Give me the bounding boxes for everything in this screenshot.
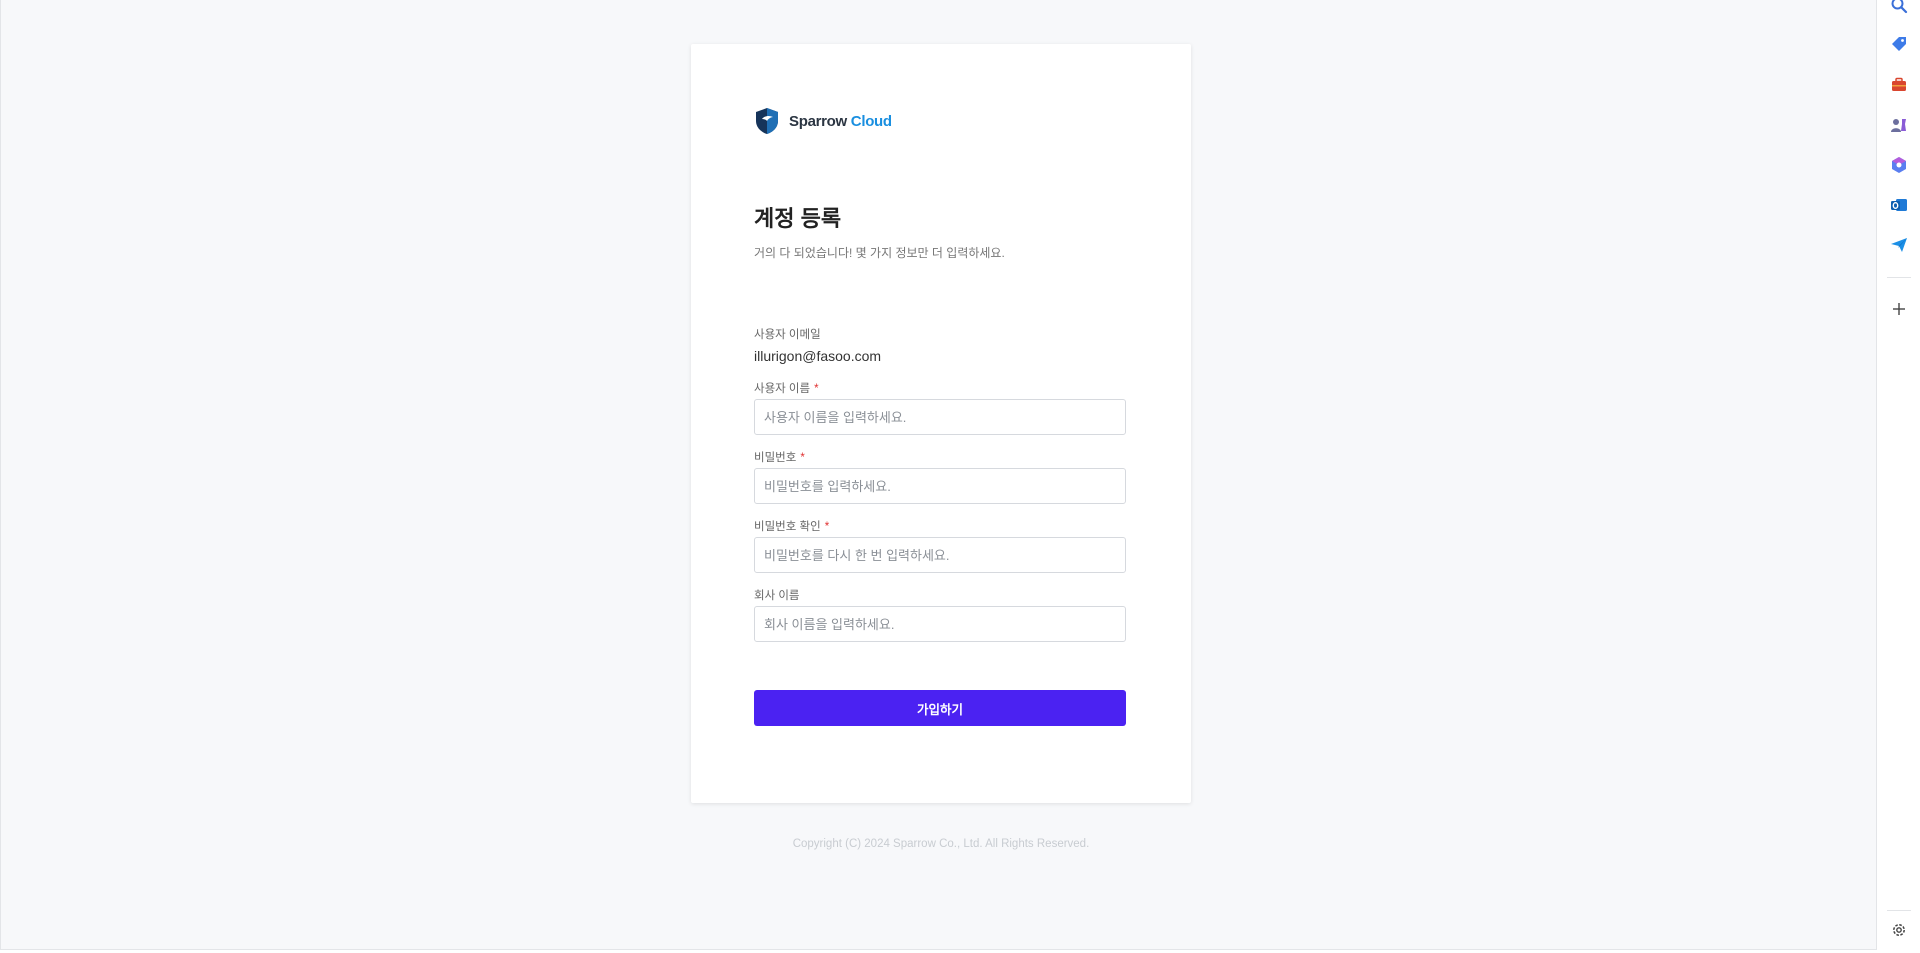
username-input[interactable]	[754, 399, 1126, 435]
brand-logo: Sparrow Cloud	[754, 107, 892, 135]
required-mark: *	[824, 521, 830, 533]
sidebar-games[interactable]	[1888, 114, 1910, 136]
sidebar-add[interactable]	[1888, 298, 1910, 320]
browser-sidebar	[1877, 0, 1920, 953]
sidebar-copilot[interactable]	[1888, 154, 1910, 176]
required-mark: *	[800, 452, 805, 464]
company-label: 회사 이름	[754, 590, 800, 602]
sidebar-divider	[1887, 910, 1911, 911]
shield-logo-icon	[756, 108, 778, 134]
sidebar-send[interactable]	[1888, 234, 1910, 256]
password-input[interactable]	[754, 468, 1126, 504]
brand-name-part2: Cloud	[850, 112, 892, 130]
signup-button[interactable]: 가입하기	[754, 690, 1126, 726]
add-icon	[1893, 303, 1905, 315]
sidebar-settings[interactable]	[1888, 919, 1910, 941]
people-chess-icon	[1891, 119, 1906, 132]
password-label: 비밀번호 *	[754, 452, 805, 464]
email-value: illurigon@fasoo.com	[754, 348, 882, 364]
password-confirm-label: 비밀번호 확인 *	[754, 521, 830, 533]
username-label: 사용자 이름 *	[754, 383, 819, 395]
sidebar-divider	[1887, 277, 1911, 278]
brand-name-part1: Sparrow	[789, 112, 847, 130]
page-subtitle: 거의 다 되었습니다! 몇 가지 정보만 더 입력하세요.	[754, 246, 1005, 260]
sidebar-search[interactable]	[1888, 0, 1910, 16]
sidebar-outlook[interactable]	[1888, 194, 1910, 216]
sidebar-tools[interactable]	[1888, 74, 1910, 96]
briefcase-icon	[1892, 77, 1906, 91]
email-label: 사용자 이메일	[754, 329, 821, 341]
brand-name: Sparrow Cloud	[789, 113, 892, 130]
company-input[interactable]	[754, 606, 1126, 642]
search-icon	[1891, 0, 1908, 14]
password-confirm-input[interactable]	[754, 537, 1126, 573]
copilot-icon	[1892, 157, 1906, 173]
copyright-text: Copyright (C) 2024 Sparrow Co., Ltd. All…	[792, 838, 1090, 850]
tag-icon	[1892, 37, 1906, 51]
outlook-icon	[1891, 199, 1907, 211]
sidebar-shopping[interactable]	[1888, 34, 1910, 56]
page-title: 계정 등록	[754, 206, 842, 231]
send-icon	[1891, 238, 1907, 252]
page-viewport: Sparrow Cloud 계정 등록 거의 다 되었습니다! 몇 가지 정보만…	[0, 0, 1877, 950]
required-mark: *	[814, 383, 819, 395]
settings-icon	[1893, 924, 1905, 936]
signup-card: Sparrow Cloud 계정 등록 거의 다 되었습니다! 몇 가지 정보만…	[691, 44, 1191, 803]
